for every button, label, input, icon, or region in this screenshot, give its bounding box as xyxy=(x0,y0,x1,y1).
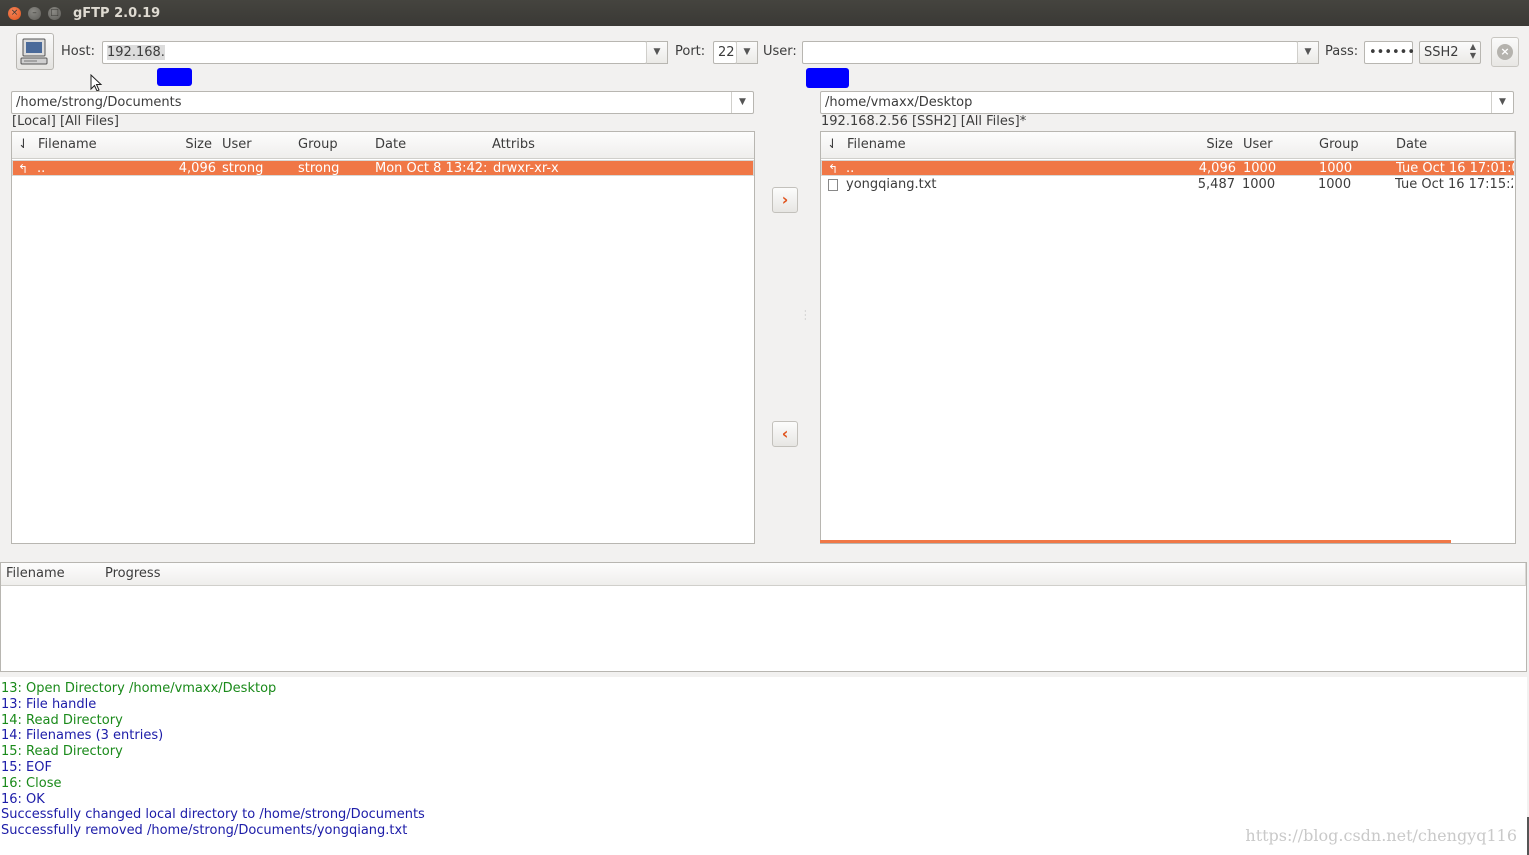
up-directory-icon: ↰ xyxy=(18,162,29,176)
log-line: Successfully removed /home/strong/Docume… xyxy=(1,823,408,839)
port-dropdown-button[interactable]: ▼ xyxy=(736,41,758,64)
log-line: Successfully changed local directory to … xyxy=(1,807,425,823)
log-line: 15: EOF xyxy=(1,760,52,775)
file-user: strong xyxy=(222,161,264,176)
local-col-size[interactable]: Size xyxy=(133,132,218,159)
remote-load-progress xyxy=(820,540,1451,543)
local-path: /home/strong/Documents xyxy=(16,95,182,110)
file-size: 4,096 xyxy=(1198,161,1236,176)
local-col-user[interactable]: User xyxy=(217,132,294,159)
file-date: Tue Oct 16 17:15:2 xyxy=(1395,177,1513,192)
chevron-right-icon: › xyxy=(781,190,789,209)
chevron-down-icon: ▼ xyxy=(1304,47,1312,57)
file-attribs: drwxr-xr-x xyxy=(493,161,559,176)
computer-icon xyxy=(20,38,48,65)
sort-icon[interactable]: ⇃ xyxy=(821,132,843,159)
file-date: Mon Oct 8 13:42:3 xyxy=(375,161,486,176)
close-icon: × xyxy=(1497,44,1513,60)
user-label: User: xyxy=(763,44,797,59)
title-bar: × – □ gFTP 2.0.19 xyxy=(0,0,1529,26)
download-button[interactable]: ‹ xyxy=(772,421,798,447)
user-redaction xyxy=(806,68,849,88)
chevron-down-icon[interactable]: ▼ xyxy=(1491,92,1513,113)
log-line: 13: Open Directory /home/vmaxx/Desktop xyxy=(1,681,277,696)
file-name: .. xyxy=(846,161,855,176)
protocol-value: SSH2 xyxy=(1424,45,1459,60)
remote-status: 192.168.2.56 [SSH2] [All Files]* xyxy=(821,114,1027,129)
local-col-filename[interactable]: Filename xyxy=(33,132,134,159)
user-input[interactable] xyxy=(802,41,1298,64)
table-row[interactable]: ↰ .. 4,096 strong strong Mon Oct 8 13:42… xyxy=(12,160,754,176)
xfer-col-filename[interactable]: Filename xyxy=(1,563,101,586)
host-input[interactable]: 192.168. xyxy=(102,41,647,64)
host-value: 192.168. xyxy=(107,45,165,60)
disconnect-button[interactable]: × xyxy=(1491,37,1519,67)
protocol-select[interactable]: SSH2 ▲ ▼ xyxy=(1419,41,1481,64)
file-size: 5,487 xyxy=(1197,177,1235,192)
local-path-combo[interactable]: /home/strong/Documents ▼ xyxy=(11,91,754,114)
pane-resize-handle[interactable]: · · · xyxy=(804,308,807,324)
spinner-arrows-icon: ▲ ▼ xyxy=(1469,42,1476,60)
remote-col-size[interactable]: Size xyxy=(1152,132,1239,159)
remote-path: /home/vmaxx/Desktop xyxy=(825,95,973,110)
port-value: 22 xyxy=(718,45,735,60)
password-value: •••••• xyxy=(1369,45,1416,60)
watermark: https://blog.csdn.net/chengyq116 xyxy=(1245,826,1517,845)
host-redaction xyxy=(157,68,192,86)
local-status: [Local] [All Files] xyxy=(12,114,119,129)
file-group: 1000 xyxy=(1318,177,1352,192)
table-row[interactable]: yongqiang.txt 5,487 1000 1000 Tue Oct 16… xyxy=(821,177,1515,193)
up-directory-icon: ↰ xyxy=(828,162,839,176)
file-name: .. xyxy=(37,161,46,176)
minimize-window-icon[interactable]: – xyxy=(28,6,41,20)
remote-col-user[interactable]: User xyxy=(1238,132,1315,159)
host-label: Host: xyxy=(61,44,95,59)
xfer-col-progress[interactable]: Progress xyxy=(100,563,1526,586)
local-file-list[interactable]: ⇃ Filename Size User Group Date Attribs … xyxy=(11,131,755,544)
file-date: Tue Oct 16 17:01:0 xyxy=(1396,161,1514,176)
transfer-list[interactable]: Filename Progress xyxy=(0,562,1527,672)
log-line: 14: Read Directory xyxy=(1,712,123,728)
local-col-group[interactable]: Group xyxy=(293,132,371,159)
maximize-window-icon[interactable]: □ xyxy=(48,6,61,20)
window-title: gFTP 2.0.19 xyxy=(73,5,161,21)
port-label: Port: xyxy=(675,44,706,59)
pass-label: Pass: xyxy=(1325,44,1359,59)
sort-icon[interactable]: ⇃ xyxy=(12,132,34,159)
port-input[interactable]: 22 xyxy=(713,41,737,64)
table-row[interactable]: ↰ .. 4,096 1000 1000 Tue Oct 16 17:01:0 xyxy=(821,160,1515,176)
file-user: 1000 xyxy=(1242,177,1276,192)
chevron-down-icon: ▼ xyxy=(743,47,751,57)
log-view[interactable]: 13: Open Directory /home/vmaxx/Desktop 13… xyxy=(0,677,1527,855)
connection-toolbar: Host: 192.168. ▼ Port: 22 ▼ User: ▼ Pass… xyxy=(0,26,1529,88)
log-line: 14: Filenames (3 entries) xyxy=(1,728,164,744)
close-window-icon[interactable]: × xyxy=(8,6,21,20)
user-dropdown-button[interactable]: ▼ xyxy=(1297,41,1319,64)
log-line: 13: File handle xyxy=(1,696,97,712)
file-name: yongqiang.txt xyxy=(846,177,937,192)
file-group: 1000 xyxy=(1319,161,1353,176)
remote-col-date[interactable]: Date xyxy=(1391,132,1515,159)
remote-file-list[interactable]: ⇃ Filename Size User Group Date ↰ .. 4,0… xyxy=(820,131,1516,544)
chevron-left-icon: ‹ xyxy=(781,424,789,443)
host-dropdown-button[interactable]: ▼ xyxy=(646,41,668,64)
local-col-attribs[interactable]: Attribs xyxy=(487,132,754,159)
chevron-down-icon[interactable]: ▼ xyxy=(731,92,753,113)
file-size: 4,096 xyxy=(178,161,216,176)
chevron-down-icon: ▼ xyxy=(653,47,661,57)
file-user: 1000 xyxy=(1243,161,1277,176)
remote-col-filename[interactable]: Filename xyxy=(842,132,1153,159)
log-line: 15: Read Directory xyxy=(1,744,123,760)
text-file-icon xyxy=(828,179,838,191)
file-group: strong xyxy=(298,161,340,176)
remote-path-combo[interactable]: /home/vmaxx/Desktop ▼ xyxy=(820,91,1514,114)
local-col-date[interactable]: Date xyxy=(370,132,488,159)
log-line: 16: Close xyxy=(1,775,62,791)
connect-button[interactable] xyxy=(16,33,54,70)
upload-button[interactable]: › xyxy=(772,187,798,213)
remote-col-group[interactable]: Group xyxy=(1314,132,1392,159)
log-line: 16: OK xyxy=(1,791,45,807)
password-input[interactable]: •••••• xyxy=(1364,41,1416,64)
